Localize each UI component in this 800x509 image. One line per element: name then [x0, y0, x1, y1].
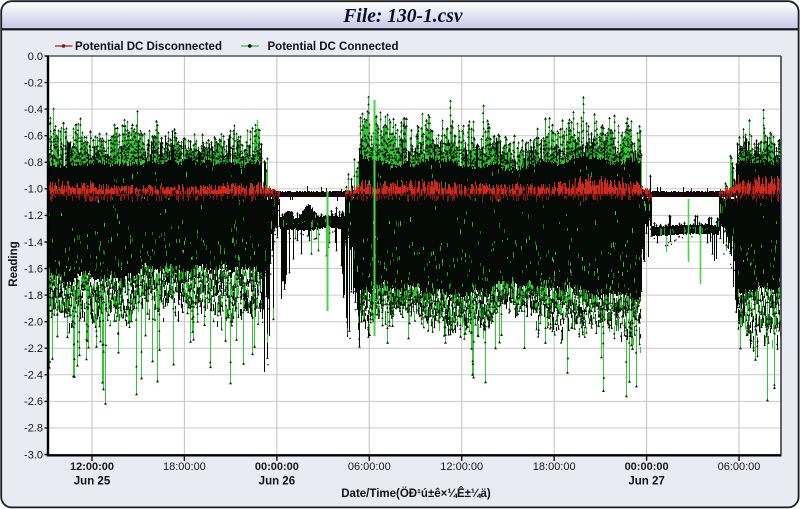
- svg-text:-0.8: -0.8: [24, 157, 43, 169]
- svg-text:-0.6: -0.6: [24, 131, 43, 143]
- svg-text:06:00:00: 06:00:00: [348, 461, 391, 473]
- svg-text:06:00:00: 06:00:00: [718, 461, 761, 473]
- svg-text:-2.6: -2.6: [24, 396, 43, 408]
- svg-text:-2.8: -2.8: [24, 423, 43, 435]
- svg-text:18:00:00: 18:00:00: [163, 461, 206, 473]
- svg-text:-1.2: -1.2: [24, 210, 43, 222]
- svg-text:12:00:00: 12:00:00: [440, 461, 483, 473]
- svg-text:-2.4: -2.4: [24, 370, 43, 382]
- svg-text:-1.6: -1.6: [24, 263, 43, 275]
- svg-text:-2.0: -2.0: [24, 317, 43, 329]
- svg-text:00:00:00: 00:00:00: [625, 461, 669, 473]
- svg-text:Date/Time(ÖÐ¹ú±ê×¼Ê±¼ä): Date/Time(ÖÐ¹ú±ê×¼Ê±¼ä): [341, 487, 491, 500]
- svg-text:Reading: Reading: [8, 241, 20, 286]
- svg-text:File: 130-1.csv: File: 130-1.csv: [342, 6, 462, 27]
- svg-text:-1.8: -1.8: [24, 290, 43, 302]
- svg-text:12:00:00: 12:00:00: [70, 461, 114, 473]
- svg-text:Jun 26: Jun 26: [259, 476, 295, 488]
- svg-text:Potential DC Disconnected: Potential DC Disconnected: [75, 41, 222, 53]
- svg-text:-0.2: -0.2: [24, 77, 43, 89]
- svg-text:-1.4: -1.4: [24, 237, 43, 249]
- svg-text:0.0: 0.0: [28, 51, 43, 63]
- svg-text:Jun 25: Jun 25: [74, 476, 111, 488]
- svg-text:Potential DC Connected: Potential DC Connected: [268, 41, 399, 53]
- svg-text:-1.0: -1.0: [24, 184, 43, 196]
- svg-text:-2.2: -2.2: [24, 343, 43, 355]
- svg-text:00:00:00: 00:00:00: [255, 461, 299, 473]
- svg-text:18:00:00: 18:00:00: [533, 461, 576, 473]
- svg-text:-0.4: -0.4: [24, 104, 43, 116]
- svg-text:-3.0: -3.0: [24, 449, 43, 461]
- svg-text:Jun 27: Jun 27: [628, 476, 664, 488]
